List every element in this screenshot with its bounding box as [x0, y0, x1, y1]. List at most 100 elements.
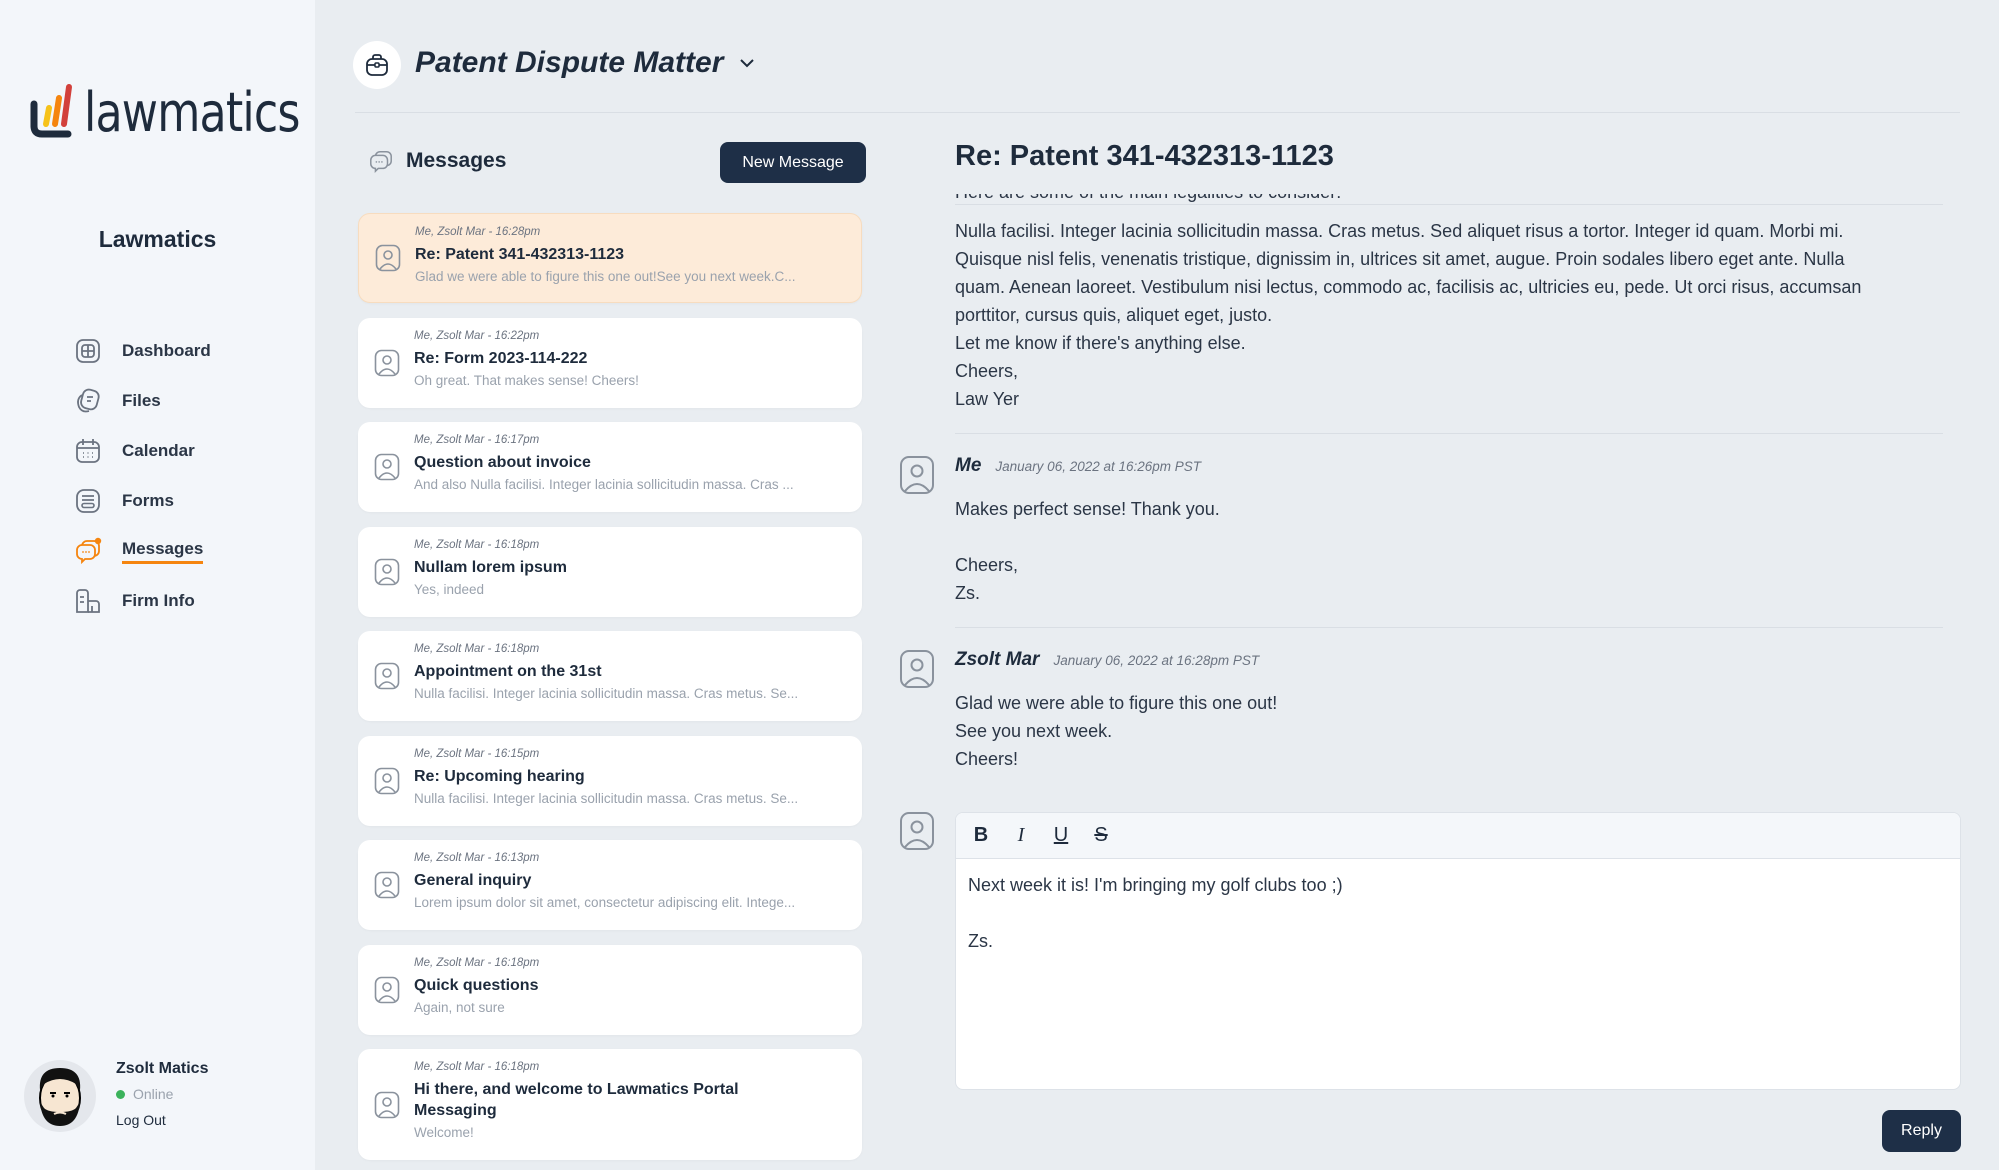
- firm-name: Lawmatics: [98, 226, 217, 252]
- chevron-down-icon: [740, 59, 755, 68]
- message-meta: Me, Zsolt Mar - 16:17pm: [414, 434, 540, 446]
- sidebar-item-files[interactable]: Files: [74, 387, 161, 415]
- message-divider: [955, 433, 1943, 434]
- text-line: [955, 523, 1220, 551]
- message-list-item[interactable]: Me, Zsolt Mar - 16:13pm General inquiry Lo…: [358, 840, 862, 930]
- message-header: Me January 06, 2022 at 16:26pm PST: [955, 455, 1201, 477]
- dashboard-icon: [76, 339, 100, 363]
- message-subject: Quick questions: [414, 976, 539, 994]
- briefcase-icon: [353, 41, 401, 89]
- logo-text: lawmatics: [84, 81, 300, 144]
- logo-mark-icon: [30, 84, 72, 138]
- thread-title: Re: Patent 341-432313-1123: [955, 140, 1334, 172]
- text-line: Cheers,: [955, 361, 1019, 381]
- status-text: Online: [133, 1086, 174, 1102]
- message-divider: [955, 627, 1943, 628]
- message-subject: Appointment on the 31st: [414, 663, 602, 680]
- message-body: Makes perfect sense! Thank you. Cheers, Zs…: [955, 495, 1220, 607]
- message-meta: Me, Zsolt Mar - 16:18pm: [414, 538, 540, 551]
- thread-divider: [955, 204, 1943, 205]
- message-list-item[interactable]: Me, Zsolt Mar - 16:28pm Re: Patent 341-43…: [358, 213, 862, 303]
- text-line: quam. Aenean laoreet. Vestibulum nisi le…: [955, 277, 1862, 297]
- user-avatar-icon: [374, 349, 400, 376]
- message-preview: Glad we were able to figure this one out…: [415, 269, 796, 284]
- message-meta: Me, Zsolt Mar - 16:13pm: [414, 852, 540, 864]
- lawmatics-logo[interactable]: lawmatics: [28, 82, 347, 140]
- avatar: [24, 1060, 96, 1132]
- message-subject: Hi there, and welcome to Lawmatics Porta…: [414, 1081, 739, 1119]
- strikethrough-button[interactable]: S: [1088, 824, 1114, 847]
- message-preview: Nulla facilisi. Integer lacinia sollicit…: [414, 790, 799, 806]
- user-status: Online: [116, 1086, 208, 1102]
- message-subject: General inquiry: [414, 872, 532, 889]
- message-list-item[interactable]: Me, Zsolt Mar - 16:15pm Re: Upcoming hear…: [358, 735, 862, 826]
- message-preview: Lorem ipsum dolor sit amet, consectetur …: [414, 895, 796, 910]
- forms-icon: [76, 489, 100, 513]
- message-meta: Me, Zsolt Mar - 16:18pm: [414, 1061, 540, 1073]
- message-author: Zsolt Mar: [955, 649, 1040, 670]
- message-list-item[interactable]: Me, Zsolt Mar - 16:18pm Quick questions Ag…: [358, 944, 862, 1035]
- calendar-icon: [76, 439, 100, 463]
- header-divider: [355, 112, 1960, 113]
- text-line: Next week it is! I'm bringing my golf cl…: [968, 875, 1343, 895]
- sidebar-item-label: Calendar: [122, 441, 195, 460]
- message-meta: Me, Zsolt Mar - 16:18pm: [414, 643, 540, 655]
- message-body: Glad we were able to figure this one out…: [955, 689, 1277, 773]
- firm-info-icon: [76, 589, 100, 613]
- sidebar-item-label: Dashboard: [122, 341, 211, 360]
- text-line: Cheers!: [955, 749, 1019, 769]
- message-preview: Welcome!: [414, 1125, 474, 1140]
- sidebar: lawmatics Lawmatics Dashboard Files Cale…: [0, 0, 315, 1170]
- bold-button[interactable]: B: [968, 824, 994, 847]
- user-name: Zsolt Matics: [116, 1060, 209, 1077]
- message-list-item[interactable]: Me, Zsolt Mar - 16:18pm Nullam lorem ipsu…: [358, 526, 862, 617]
- user-avatar-icon: [374, 558, 400, 585]
- text-line: [968, 899, 1948, 927]
- message-preview: Again, not sure: [414, 999, 505, 1015]
- user-panel: Zsolt Matics Online Log Out: [24, 1060, 208, 1132]
- user-avatar-icon: [375, 244, 401, 272]
- reply-input[interactable]: Next week it is! I'm bringing my golf cl…: [956, 859, 1960, 967]
- text-line: porttitor, cursus quis, aliquet eget, ju…: [955, 305, 1273, 325]
- reply-editor: B I U S Next week it is! I'm bringing my…: [955, 812, 1961, 1090]
- user-avatar-icon: [900, 650, 934, 688]
- message-list-item[interactable]: Me, Zsolt Mar - 16:18pm Hi there, and wel…: [358, 1049, 862, 1160]
- text-line: Law Yer: [955, 389, 1020, 409]
- matter-selector[interactable]: Patent Dispute Matter: [415, 46, 755, 80]
- message-subject: Nullam lorem ipsum: [414, 558, 567, 576]
- user-avatar-icon: [374, 871, 400, 899]
- italic-button[interactable]: I: [1008, 824, 1034, 847]
- new-message-button[interactable]: New Message: [720, 142, 866, 183]
- message-list-item[interactable]: Me, Zsolt Mar - 16:18pm Appointment on th…: [358, 631, 862, 721]
- sidebar-item-label: Firm Info: [122, 591, 195, 610]
- reply-button[interactable]: Reply: [1882, 1110, 1961, 1152]
- text-line: Makes perfect sense! Thank you.: [955, 499, 1220, 519]
- message-date: January 06, 2022 at 16:26pm PST: [995, 459, 1202, 474]
- message-list-item[interactable]: Me, Zsolt Mar - 16:22pm Re: Form 2023-114…: [358, 317, 862, 408]
- message-subject: Re: Patent 341-432313-1123: [415, 246, 625, 263]
- text-line: Let me know if there's anything else.: [955, 333, 1246, 353]
- message-subject: Question about invoice: [414, 454, 591, 471]
- user-avatar-icon: [900, 812, 934, 850]
- sidebar-item-dashboard[interactable]: Dashboard: [74, 337, 211, 365]
- underline-button[interactable]: U: [1048, 824, 1074, 847]
- message-date: January 06, 2022 at 16:28pm PST: [1053, 653, 1260, 668]
- messages-header: Messages: [368, 148, 506, 174]
- message-list-item[interactable]: Me, Zsolt Mar - 16:17pm Question about in…: [358, 422, 862, 512]
- sidebar-item-forms[interactable]: Forms: [74, 487, 174, 515]
- sidebar-item-calendar[interactable]: Calendar: [74, 437, 195, 465]
- sidebar-item-firm-info[interactable]: Firm Info: [74, 587, 195, 615]
- messages-icon: [76, 537, 102, 565]
- message-preview: Nulla facilisi. Integer lacinia sollicit…: [414, 686, 799, 701]
- sidebar-item-messages[interactable]: Messages: [74, 537, 204, 565]
- text-line: See you next week.: [955, 721, 1113, 741]
- message-author: Me: [955, 455, 982, 476]
- message-preview: And also Nulla facilisi. Integer lacinia…: [414, 477, 794, 492]
- message-header: Zsolt Mar January 06, 2022 at 16:28pm PST: [955, 649, 1259, 671]
- text-line: Quisque nisl felis, venenatis tristique,…: [955, 249, 1845, 269]
- message-meta: Me, Zsolt Mar - 16:18pm: [414, 956, 540, 969]
- files-icon: [77, 388, 100, 413]
- sidebar-item-label: Messages: [122, 539, 204, 564]
- log-out-link[interactable]: Log Out: [116, 1112, 208, 1128]
- messages-icon: [370, 150, 392, 174]
